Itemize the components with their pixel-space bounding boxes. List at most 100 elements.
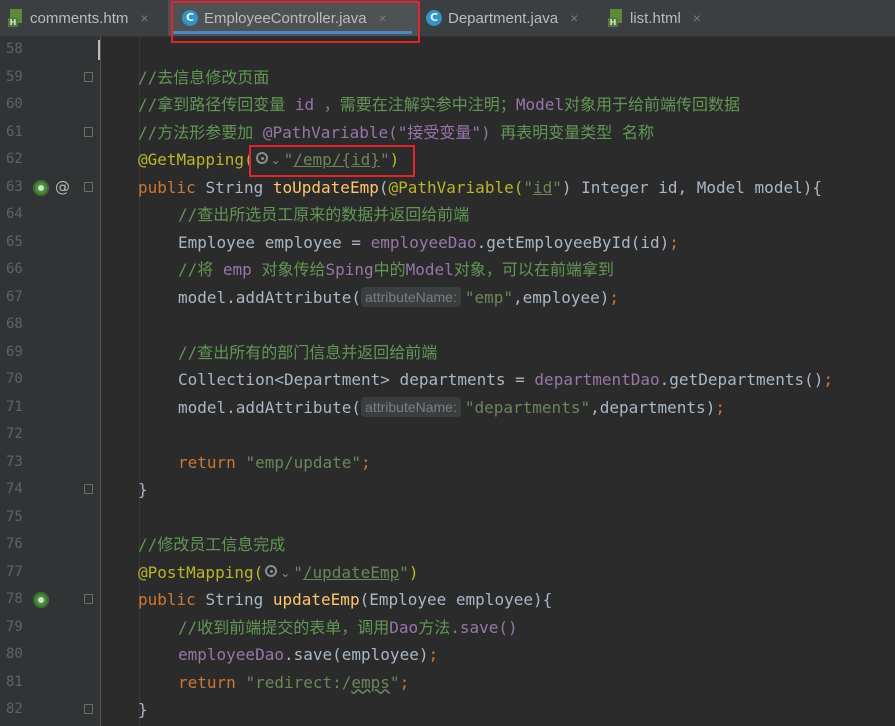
code-line[interactable]: 66 //将 emp 对象传给Sping中的Model对象，可以在前端拿到 bbox=[0, 256, 895, 284]
code-text: //将 emp 对象传给Sping中的Model对象，可以在前端拿到 bbox=[178, 260, 614, 279]
code-line[interactable]: 71 model.addAttribute(attributeName: "dep… bbox=[0, 394, 895, 422]
code-line[interactable]: 69 //查出所有的部门信息并返回给前端 bbox=[0, 339, 895, 367]
code-text: @GetMapping(⌄ "/emp/{id}") bbox=[138, 150, 400, 169]
tab-label: EmployeeController.java bbox=[204, 9, 367, 27]
line-number: 72 bbox=[6, 426, 23, 442]
line-number: 69 bbox=[6, 343, 23, 360]
code-text: //查出所选员工原来的数据并返回给前端 bbox=[178, 205, 470, 224]
line-number: 60 bbox=[6, 96, 23, 112]
code-text: @PostMapping(⌄ "/updateEmp") bbox=[138, 562, 419, 582]
tab-list-html[interactable]: H list.html × bbox=[600, 0, 750, 36]
tab-employee-controller[interactable]: C EmployeeController.java × bbox=[168, 0, 418, 36]
close-icon[interactable]: × bbox=[693, 10, 701, 26]
code-line[interactable]: 65 Employee employee = employeeDao.getEm… bbox=[0, 229, 895, 257]
parameter-hint: attributeName: bbox=[361, 396, 461, 417]
java-class-icon: C bbox=[182, 10, 198, 26]
line-number: 62 bbox=[6, 151, 23, 167]
line-number: 77 bbox=[6, 563, 23, 580]
code-line[interactable]: 70 Collection<Department> departments = … bbox=[0, 366, 895, 394]
fold-end-icon[interactable] bbox=[84, 126, 93, 137]
url-link[interactable]: /updateEmp bbox=[303, 563, 399, 582]
code-text: //拿到路径传回变量 id ，需要在注解实参中注明；Model对象用于给前端传回… bbox=[138, 95, 740, 114]
code-text: Collection<Department> departments = dep… bbox=[178, 370, 834, 389]
fold-end-icon[interactable] bbox=[84, 484, 93, 494]
code-line[interactable]: 76 //修改员工信息完成 bbox=[0, 531, 895, 559]
code-line[interactable]: 77 @PostMapping(⌄ "/updateEmp") bbox=[0, 559, 895, 587]
code-text: model.addAttribute(attributeName: "emp",e… bbox=[178, 286, 619, 307]
line-number: 67 bbox=[6, 288, 23, 305]
close-icon[interactable]: × bbox=[379, 10, 387, 26]
close-icon[interactable]: × bbox=[140, 10, 148, 26]
tab-department-java[interactable]: C Department.java × bbox=[418, 0, 600, 36]
web-endpoint-icon[interactable]: ⌄ bbox=[263, 564, 293, 580]
code-text: employeeDao.save(employee); bbox=[178, 645, 439, 664]
fold-start-icon[interactable] bbox=[84, 594, 93, 604]
line-number: 79 bbox=[6, 618, 23, 635]
code-line[interactable]: 60 //拿到路径传回变量 id ，需要在注解实参中注明；Model对象用于给前… bbox=[0, 91, 895, 119]
line-number: 68 bbox=[6, 316, 23, 332]
code-line[interactable]: 74 } bbox=[0, 476, 895, 504]
fold-start-icon[interactable] bbox=[84, 71, 93, 82]
editor-tab-bar: H comments.htm × C EmployeeController.ja… bbox=[0, 0, 895, 37]
line-number: 61 bbox=[6, 123, 23, 140]
line-number: 63 bbox=[6, 178, 23, 195]
code-line[interactable]: 61 //方法形参要加 @PathVariable("接受变量") 再表明变量类… bbox=[0, 119, 895, 147]
line-number: 70 bbox=[6, 371, 23, 387]
line-number: 64 bbox=[6, 206, 23, 222]
parameter-hint: attributeName: bbox=[361, 286, 461, 307]
line-number: 59 bbox=[6, 68, 23, 85]
code-text: Employee employee = employeeDao.getEmplo… bbox=[178, 232, 679, 252]
code-text: //收到前端提交的表单，调用Dao方法.save() bbox=[178, 617, 518, 637]
code-line[interactable]: 72 bbox=[0, 421, 895, 449]
code-editor[interactable]: 58 59 //去信息修改页面 60 //拿到路径传回变量 id ，需要在注解实… bbox=[0, 36, 895, 726]
url-link[interactable]: /emp/{id} bbox=[293, 150, 380, 169]
code-line[interactable]: 68 bbox=[0, 311, 895, 339]
spring-bean-icon[interactable] bbox=[33, 179, 49, 196]
code-line[interactable]: 81 return "redirect:/emps"; bbox=[0, 669, 895, 697]
line-number: 80 bbox=[6, 646, 23, 662]
code-line[interactable]: 82 } bbox=[0, 696, 895, 724]
line-number: 75 bbox=[6, 508, 23, 525]
html-file-icon: H bbox=[8, 9, 24, 27]
code-line[interactable]: 59 //去信息修改页面 bbox=[0, 64, 895, 92]
code-line[interactable]: 80 employeeDao.save(employee); bbox=[0, 641, 895, 669]
code-text: public String toUpdateEmp(@PathVariable(… bbox=[138, 177, 822, 197]
line-number: 73 bbox=[6, 453, 23, 470]
code-text: return "emp/update"; bbox=[178, 452, 371, 472]
code-line[interactable]: 64 //查出所选员工原来的数据并返回给前端 bbox=[0, 201, 895, 229]
line-number: 71 bbox=[6, 398, 23, 415]
spring-bean-icon[interactable] bbox=[33, 592, 49, 608]
code-line[interactable]: 78 public String updateEmp(Employee empl… bbox=[0, 586, 895, 614]
code-line[interactable]: 62 @GetMapping(⌄ "/emp/{id}") bbox=[0, 146, 895, 174]
tab-label: Department.java bbox=[448, 9, 559, 27]
line-number: 58 bbox=[6, 41, 23, 57]
line-number: 82 bbox=[6, 701, 23, 717]
code-line[interactable]: 63 @ public String toUpdateEmp(@PathVari… bbox=[0, 174, 895, 202]
code-line[interactable]: 67 model.addAttribute(attributeName: "emp… bbox=[0, 284, 895, 312]
fold-end-icon[interactable] bbox=[84, 704, 93, 714]
code-text: return "redirect:/emps"; bbox=[178, 672, 410, 692]
code-text: //修改员工信息完成 bbox=[138, 535, 286, 554]
code-text: //去信息修改页面 bbox=[138, 67, 270, 87]
code-line[interactable]: 75 bbox=[0, 504, 895, 532]
code-text: public String updateEmp(Employee employe… bbox=[138, 590, 553, 609]
code-text: } bbox=[138, 480, 148, 499]
line-number: 74 bbox=[6, 481, 23, 497]
code-text: model.addAttribute(attributeName: "depart… bbox=[178, 396, 725, 417]
web-endpoint-icon[interactable]: ⌄ bbox=[254, 151, 284, 167]
code-text: } bbox=[138, 700, 148, 719]
code-text: //查出所有的部门信息并返回给前端 bbox=[178, 342, 438, 362]
line-number: 65 bbox=[6, 233, 23, 250]
fold-start-icon[interactable] bbox=[84, 181, 93, 192]
code-line[interactable]: 58 bbox=[0, 36, 895, 64]
code-line[interactable]: 73 return "emp/update"; bbox=[0, 449, 895, 477]
tab-comments-htm[interactable]: H comments.htm × bbox=[0, 0, 168, 36]
tab-label: comments.htm bbox=[30, 9, 129, 27]
annotation-marker-icon[interactable]: @ bbox=[55, 174, 70, 202]
line-number: 66 bbox=[6, 261, 23, 277]
line-number: 78 bbox=[6, 591, 23, 607]
code-line[interactable]: 79 //收到前端提交的表单，调用Dao方法.save() bbox=[0, 614, 895, 642]
line-number: 76 bbox=[6, 536, 23, 552]
close-icon[interactable]: × bbox=[570, 10, 578, 26]
html-file-icon: H bbox=[608, 9, 624, 27]
